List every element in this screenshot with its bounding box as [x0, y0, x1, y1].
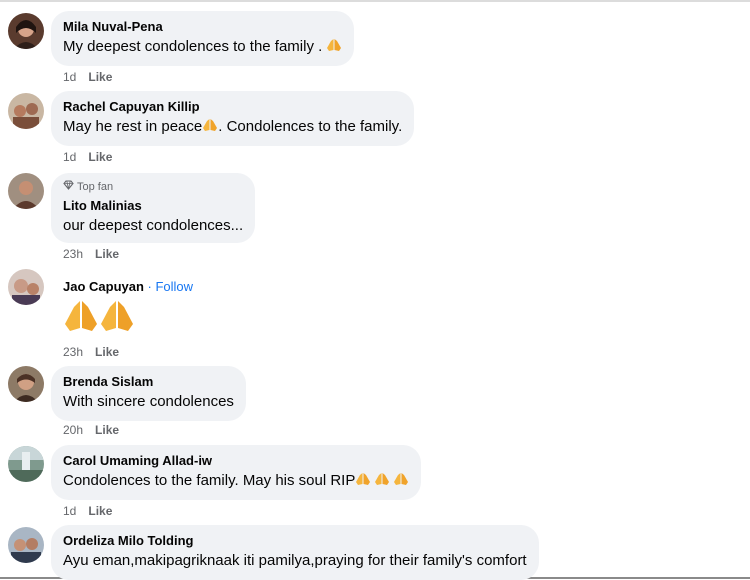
- comment-bubble: Brenda Sislam With sincere condolences: [51, 366, 246, 421]
- comment-text: Condolences to the family. May his soul …: [63, 471, 409, 493]
- folded-hands-icon: [326, 37, 342, 59]
- comment-time[interactable]: 1d: [63, 504, 76, 518]
- comment-text: May he rest in peace. Condolences to the…: [63, 117, 402, 139]
- like-button[interactable]: Like: [95, 247, 119, 261]
- badge-label: Top fan: [77, 181, 114, 193]
- comment-time[interactable]: 20h: [63, 423, 83, 437]
- avatar[interactable]: [8, 366, 44, 402]
- avatar[interactable]: [8, 173, 44, 209]
- commenter-name[interactable]: Mila Nuval-Pena: [63, 18, 342, 35]
- comment-bubble: Ordeliza Milo Tolding Ayu eman,makipagri…: [51, 525, 539, 580]
- like-button[interactable]: Like: [88, 504, 112, 518]
- folded-hands-icon: [355, 471, 409, 493]
- top-fan-badge[interactable]: Top fan: [63, 180, 243, 194]
- commenter-name[interactable]: Ordeliza Milo Tolding: [63, 532, 527, 549]
- like-button[interactable]: Like: [88, 70, 112, 84]
- folded-hands-icon: [65, 301, 133, 331]
- comment-meta: 1d Like: [63, 504, 112, 518]
- like-button[interactable]: Like: [88, 150, 112, 164]
- comment-text: Ayu eman,makipagriknaak iti pamilya,pray…: [63, 552, 527, 569]
- comment-meta: 20h Like: [63, 423, 119, 437]
- comment-meta: 23h Like: [63, 247, 119, 261]
- comment-bubble: Carol Umaming Allad-iw Condolences to th…: [51, 445, 422, 500]
- comment-bubble: Top fan Lito Malinias our deepest condol…: [51, 173, 256, 243]
- avatar[interactable]: [8, 93, 44, 129]
- commenter-name[interactable]: Lito Malinias: [63, 197, 243, 214]
- commenter-name[interactable]: Jao Capuyan · Follow: [63, 278, 193, 295]
- folded-hands-reaction: [63, 298, 139, 341]
- comment-meta: 1d Like: [63, 150, 112, 164]
- commenter-name[interactable]: Rachel Capuyan Killip: [63, 98, 402, 115]
- comment-bubble: Rachel Capuyan Killip May he rest in pea…: [51, 91, 415, 146]
- diamond-icon: [63, 180, 74, 194]
- comment-time[interactable]: 1d: [63, 150, 76, 164]
- comment-time[interactable]: 23h: [63, 247, 83, 261]
- commenter-name[interactable]: Carol Umaming Allad-iw: [63, 452, 409, 469]
- comment-time[interactable]: 1d: [63, 70, 76, 84]
- comment-bubble: Mila Nuval-Pena My deepest condolences t…: [51, 11, 355, 66]
- avatar[interactable]: [8, 527, 44, 563]
- avatar[interactable]: [8, 13, 44, 49]
- comment-text: With sincere condolences: [63, 393, 234, 410]
- comment-text: our deepest condolences...: [63, 217, 244, 234]
- follow-button[interactable]: · Follow: [144, 279, 194, 294]
- comment-text: My deepest condolences to the family .: [63, 37, 342, 59]
- like-button[interactable]: Like: [95, 423, 119, 437]
- comment-time[interactable]: 23h: [63, 345, 83, 359]
- comment-meta: 1d Like: [63, 70, 112, 84]
- avatar[interactable]: [8, 446, 44, 482]
- like-button[interactable]: Like: [95, 345, 119, 359]
- comment-meta: 23h Like: [63, 345, 119, 359]
- commenter-name[interactable]: Brenda Sislam: [63, 373, 234, 390]
- avatar[interactable]: [8, 269, 44, 305]
- folded-hands-icon: [202, 117, 218, 139]
